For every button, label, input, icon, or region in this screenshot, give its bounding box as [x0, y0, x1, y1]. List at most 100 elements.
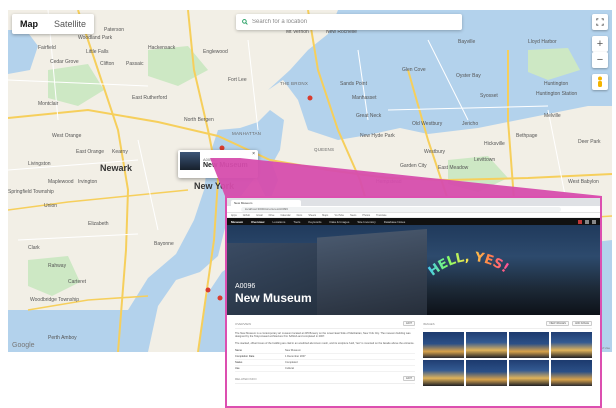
nav-locations[interactable]: Locations [273, 220, 286, 224]
user-icon[interactable] [578, 219, 582, 224]
place-carteret: Carteret [68, 279, 87, 285]
overview-header: Overview Edit [235, 321, 415, 329]
place-hicksville: Hicksville [484, 141, 505, 147]
place-hempstead: Hempstead [376, 179, 402, 185]
gallery-image[interactable] [465, 360, 507, 386]
place-west-babylon: West Babylon [568, 179, 599, 185]
bookmark-item[interactable]: Photos [362, 213, 370, 217]
nav-actions [578, 219, 600, 224]
nav-overview[interactable]: Overview [251, 220, 264, 224]
popup-title[interactable]: New Museum [203, 162, 248, 169]
bookmark-item[interactable]: Calendar [280, 213, 290, 217]
gallery-image[interactable] [423, 332, 464, 358]
place-little-falls: Little Falls [86, 49, 109, 55]
place-new-hyde-park: New Hyde Park [360, 133, 395, 139]
place-mt-vernon: Mt Vernon [286, 29, 309, 35]
place-bayonne: Bayonne [154, 241, 174, 247]
site-brand[interactable]: Museum [231, 220, 243, 224]
bookmark-item[interactable]: Drive [269, 213, 275, 217]
gallery-image[interactable] [423, 360, 464, 386]
add-image-button[interactable]: Add image [571, 321, 592, 326]
place-elizabeth: Elizabeth [88, 221, 109, 227]
bookmark-item[interactable]: Github [243, 213, 250, 217]
nav-site-inventory[interactable]: Site Inventory [357, 220, 375, 224]
hell-yes-sign: HELL, YES! [426, 250, 512, 280]
place-woodbridge: Woodbridge Township [30, 297, 80, 303]
place-garden-city: Garden City [400, 163, 427, 169]
place-kearny: Kearny [112, 149, 128, 155]
location-popup[interactable]: A0096 New Museum × [178, 150, 258, 178]
svg-text:HELL, YES!: HELL, YES! [426, 250, 512, 280]
gallery-image[interactable] [551, 360, 592, 386]
place-huntington: Huntington [544, 81, 569, 87]
browser-tab[interactable]: New Museum [231, 200, 301, 206]
info-row: Use Cultural [235, 366, 415, 373]
place-west-orange: West Orange [52, 133, 82, 139]
place-perth-amboy: Perth Amboy [48, 335, 77, 341]
bookmark-item[interactable]: Sheets [308, 213, 316, 217]
place-montclair: Montclair [38, 101, 59, 107]
location-search [236, 14, 462, 30]
place-deer-park: Deer Park [578, 139, 601, 145]
bookmark-item[interactable]: Apps [231, 213, 237, 217]
map-type-toggle: Map Satellite [12, 14, 95, 34]
place-new-york: New York [194, 181, 235, 191]
place-union: Union [44, 203, 58, 209]
bookmark-item[interactable]: YouTube [334, 213, 344, 217]
search-input[interactable] [252, 19, 442, 25]
place-bethpage: Bethpage [516, 133, 538, 139]
street-view-button[interactable] [592, 74, 608, 90]
place-new-rochelle: New Rochelle [326, 29, 357, 35]
nav-keywords[interactable]: Keywords [308, 220, 321, 224]
map-mode-satellite-button[interactable]: Satellite [46, 14, 94, 34]
place-oyster-bay: Oyster Bay [456, 73, 481, 79]
images-header: Images View images Add image [423, 321, 592, 329]
bookmark-item[interactable]: Gmail [256, 213, 263, 217]
gallery-image[interactable] [465, 332, 507, 358]
gallery-image[interactable] [508, 360, 550, 386]
zoom-in-button[interactable]: + [592, 36, 608, 52]
gallery-image[interactable] [551, 332, 592, 358]
place-bayville: Bayville [458, 39, 476, 45]
place-manhasset: Manhasset [352, 95, 377, 101]
hero-id: A0096 [235, 283, 256, 290]
hero-banner: HELL, YES! A0096 New Museum [227, 225, 600, 315]
address-bar[interactable]: localhost:3000/structures/A0096 [241, 206, 561, 212]
settings-icon[interactable] [585, 219, 589, 224]
place-irvington: Irvington [78, 179, 98, 185]
view-images-button[interactable]: View images [546, 321, 569, 326]
edit-related-button[interactable]: Edit [403, 376, 415, 382]
place-east-orange: East Orange [76, 149, 105, 155]
info-key: Use [235, 367, 240, 371]
google-logo: Google [12, 342, 35, 349]
place-east-meadow: East Meadow [438, 165, 469, 171]
popup-close-icon[interactable]: × [252, 151, 255, 157]
menu-icon[interactable] [592, 219, 596, 224]
place-levittown: Levittown [474, 157, 496, 163]
place-old-westbury: Old Westbury [412, 121, 443, 127]
detail-page-screenshot: New Museum localhost:3000/structures/A00… [225, 196, 602, 408]
place-jericho: Jericho [462, 121, 479, 127]
detail-content: Overview Edit The New Museum is a contem… [227, 315, 600, 387]
nav-data-images[interactable]: Data & Images [330, 220, 350, 224]
bookmark-item[interactable]: Maps [322, 213, 328, 217]
bookmark-item[interactable]: Translate [376, 213, 386, 217]
edit-overview-button[interactable]: Edit [403, 321, 415, 326]
zoom-out-button[interactable]: − [592, 52, 608, 68]
fullscreen-button[interactable] [592, 14, 608, 30]
place-newark: Newark [100, 163, 133, 173]
place-queens: QUEENS [314, 147, 335, 152]
bookmark-item[interactable]: News [350, 213, 356, 217]
place-cedar-grove: Cedar Grove [50, 59, 79, 65]
bookmark-item[interactable]: Docs [297, 213, 303, 217]
gallery-image[interactable] [508, 332, 550, 358]
nav-database-notes[interactable]: Database Notes [384, 220, 406, 224]
nav-tools[interactable]: Tools [293, 220, 300, 224]
place-north-bergen: North Bergen [184, 117, 214, 123]
pegman-icon [598, 76, 602, 87]
browser-toolbar: localhost:3000/structures/A0096 [227, 206, 600, 213]
place-great-neck: Great Neck [356, 113, 382, 119]
map-mode-map-button[interactable]: Map [12, 14, 46, 34]
place-sands-point: Sands Point [340, 81, 367, 87]
images-label: Images [423, 321, 435, 326]
